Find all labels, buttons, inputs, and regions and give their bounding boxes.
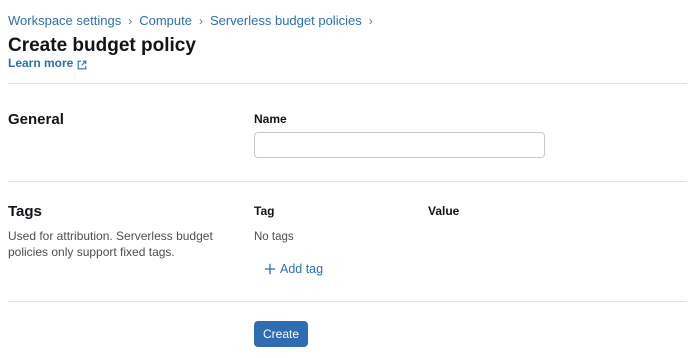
breadcrumb-compute[interactable]: Compute	[139, 13, 192, 29]
breadcrumb-separator: ›	[198, 14, 203, 28]
divider	[8, 181, 687, 182]
add-tag-button[interactable]: Add tag	[264, 261, 323, 277]
divider	[8, 83, 687, 84]
breadcrumb-separator: ›	[368, 14, 373, 28]
breadcrumb: Workspace settings › Compute › Serverles…	[8, 13, 380, 29]
learn-more-label: Learn more	[8, 56, 74, 70]
add-tag-label: Add tag	[280, 262, 324, 276]
name-label: Name	[254, 112, 287, 126]
name-input[interactable]	[254, 132, 545, 158]
create-budget-policy-page: Workspace settings › Compute › Serverles…	[0, 0, 700, 358]
divider	[8, 301, 687, 302]
tags-section-title: Tags	[8, 203, 42, 220]
learn-more-link[interactable]: Learn more	[8, 55, 87, 71]
general-section-title: General	[8, 111, 64, 128]
tags-description: Used for attribution. Serverless budget …	[8, 229, 213, 259]
value-column-header: Value	[428, 204, 460, 218]
create-button[interactable]: Create	[254, 321, 308, 347]
external-link-icon	[77, 58, 87, 70]
tag-column-header: Tag	[254, 204, 275, 218]
breadcrumb-separator: ›	[128, 14, 133, 28]
breadcrumb-workspace-settings[interactable]: Workspace settings	[8, 13, 121, 29]
breadcrumb-serverless-budget-policies[interactable]: Serverless budget policies	[210, 13, 362, 29]
plus-icon	[264, 263, 276, 275]
no-tags-text: No tags	[254, 231, 294, 243]
